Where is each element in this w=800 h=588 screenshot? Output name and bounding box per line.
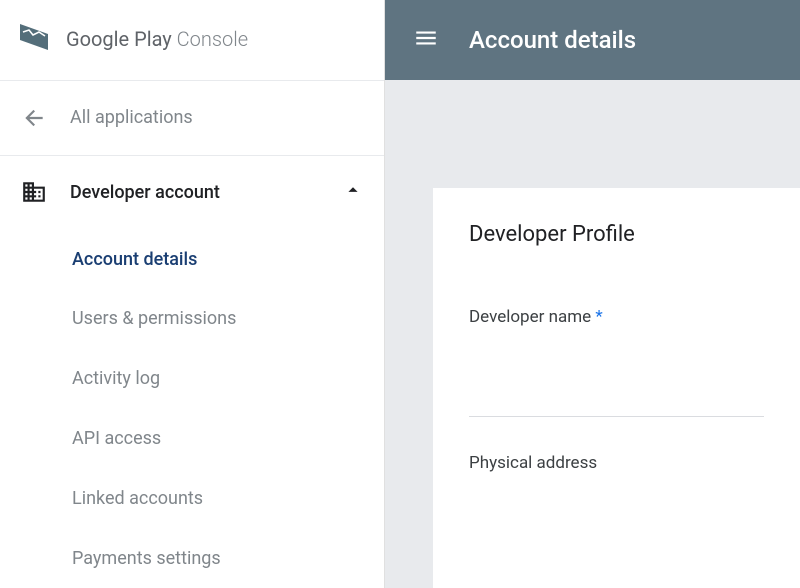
nav-all-applications[interactable]: All applications <box>0 81 384 155</box>
developer-profile-card: Developer Profile Developer name * Physi… <box>433 188 800 588</box>
brand-strong: Google Play <box>66 27 172 51</box>
nav-payments-settings-label: Payments settings <box>72 548 364 569</box>
domain-building-icon <box>20 179 48 205</box>
developer-name-field-block: Developer name * <box>469 307 764 417</box>
topbar: Account details <box>385 0 800 80</box>
required-marker: * <box>595 307 602 327</box>
chevron-up-icon <box>342 179 364 205</box>
developer-name-label-text: Developer name <box>469 307 591 327</box>
hamburger-menu-icon[interactable] <box>413 25 439 55</box>
page-title: Account details <box>469 26 636 54</box>
nav-account-details[interactable]: Account details <box>0 229 384 289</box>
brand: Google Play Console <box>0 0 384 80</box>
developer-name-label: Developer name * <box>469 307 764 327</box>
nav-account-details-label: Account details <box>72 249 364 270</box>
nav-users-permissions-label: Users & permissions <box>72 308 364 329</box>
nav-developer-account[interactable]: Developer account <box>0 156 384 230</box>
developer-name-input[interactable] <box>469 337 764 417</box>
nav-users-permissions[interactable]: Users & permissions <box>0 289 384 349</box>
arrow-back-icon <box>20 105 48 131</box>
nav-linked-accounts[interactable]: Linked accounts <box>0 468 384 528</box>
nav-activity-log-label: Activity log <box>72 368 364 389</box>
sidebar: Google Play Console All applications Dev… <box>0 0 385 588</box>
physical-address-field-block: Physical address <box>469 453 764 473</box>
play-console-logo-icon <box>20 24 54 54</box>
nav-api-access-label: API access <box>72 428 364 449</box>
brand-text: Google Play Console <box>66 27 248 51</box>
nav-payments-settings[interactable]: Payments settings <box>0 528 384 588</box>
nav-all-applications-label: All applications <box>70 107 364 128</box>
nav-linked-accounts-label: Linked accounts <box>72 488 364 509</box>
main: Account details Developer Profile Develo… <box>385 0 800 588</box>
nav-activity-log[interactable]: Activity log <box>0 349 384 409</box>
content-area: Developer Profile Developer name * Physi… <box>385 80 800 588</box>
card-title: Developer Profile <box>469 222 764 247</box>
nav-developer-account-label: Developer account <box>70 182 342 203</box>
brand-light: Console <box>172 27 248 51</box>
physical-address-label: Physical address <box>469 453 764 473</box>
nav-api-access[interactable]: API access <box>0 409 384 469</box>
